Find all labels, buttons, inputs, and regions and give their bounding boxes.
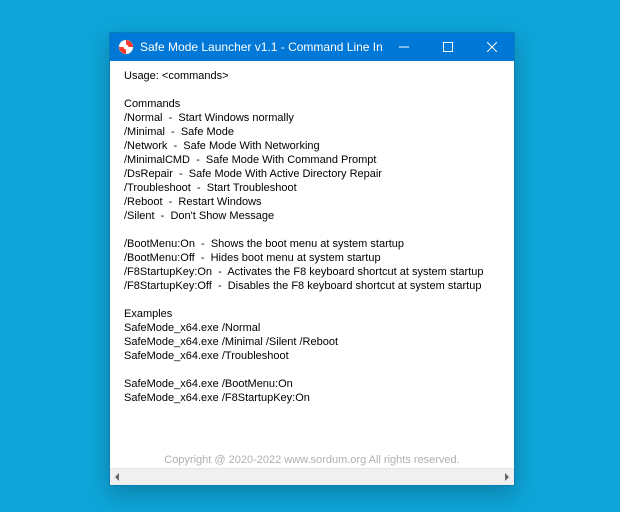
app-window: Safe Mode Launcher v1.1 - Command Line I… bbox=[109, 32, 515, 486]
scroll-left-button[interactable] bbox=[110, 469, 126, 485]
window-controls bbox=[382, 33, 514, 61]
command-line-info-text: Usage: <commands> Commands /Normal - Sta… bbox=[124, 69, 500, 405]
copyright-footer: Copyright @ 2020-2022 www.sordum.org All… bbox=[110, 454, 514, 468]
minimize-button[interactable] bbox=[382, 33, 426, 61]
close-button[interactable] bbox=[470, 33, 514, 61]
content-pane: Usage: <commands> Commands /Normal - Sta… bbox=[110, 61, 514, 454]
window-title: Safe Mode Launcher v1.1 - Command Line I… bbox=[140, 40, 382, 54]
scroll-right-button[interactable] bbox=[498, 469, 514, 485]
client-area: Usage: <commands> Commands /Normal - Sta… bbox=[110, 61, 514, 485]
horizontal-scrollbar[interactable] bbox=[110, 468, 514, 485]
app-icon bbox=[118, 39, 134, 55]
titlebar[interactable]: Safe Mode Launcher v1.1 - Command Line I… bbox=[110, 33, 514, 61]
maximize-button[interactable] bbox=[426, 33, 470, 61]
